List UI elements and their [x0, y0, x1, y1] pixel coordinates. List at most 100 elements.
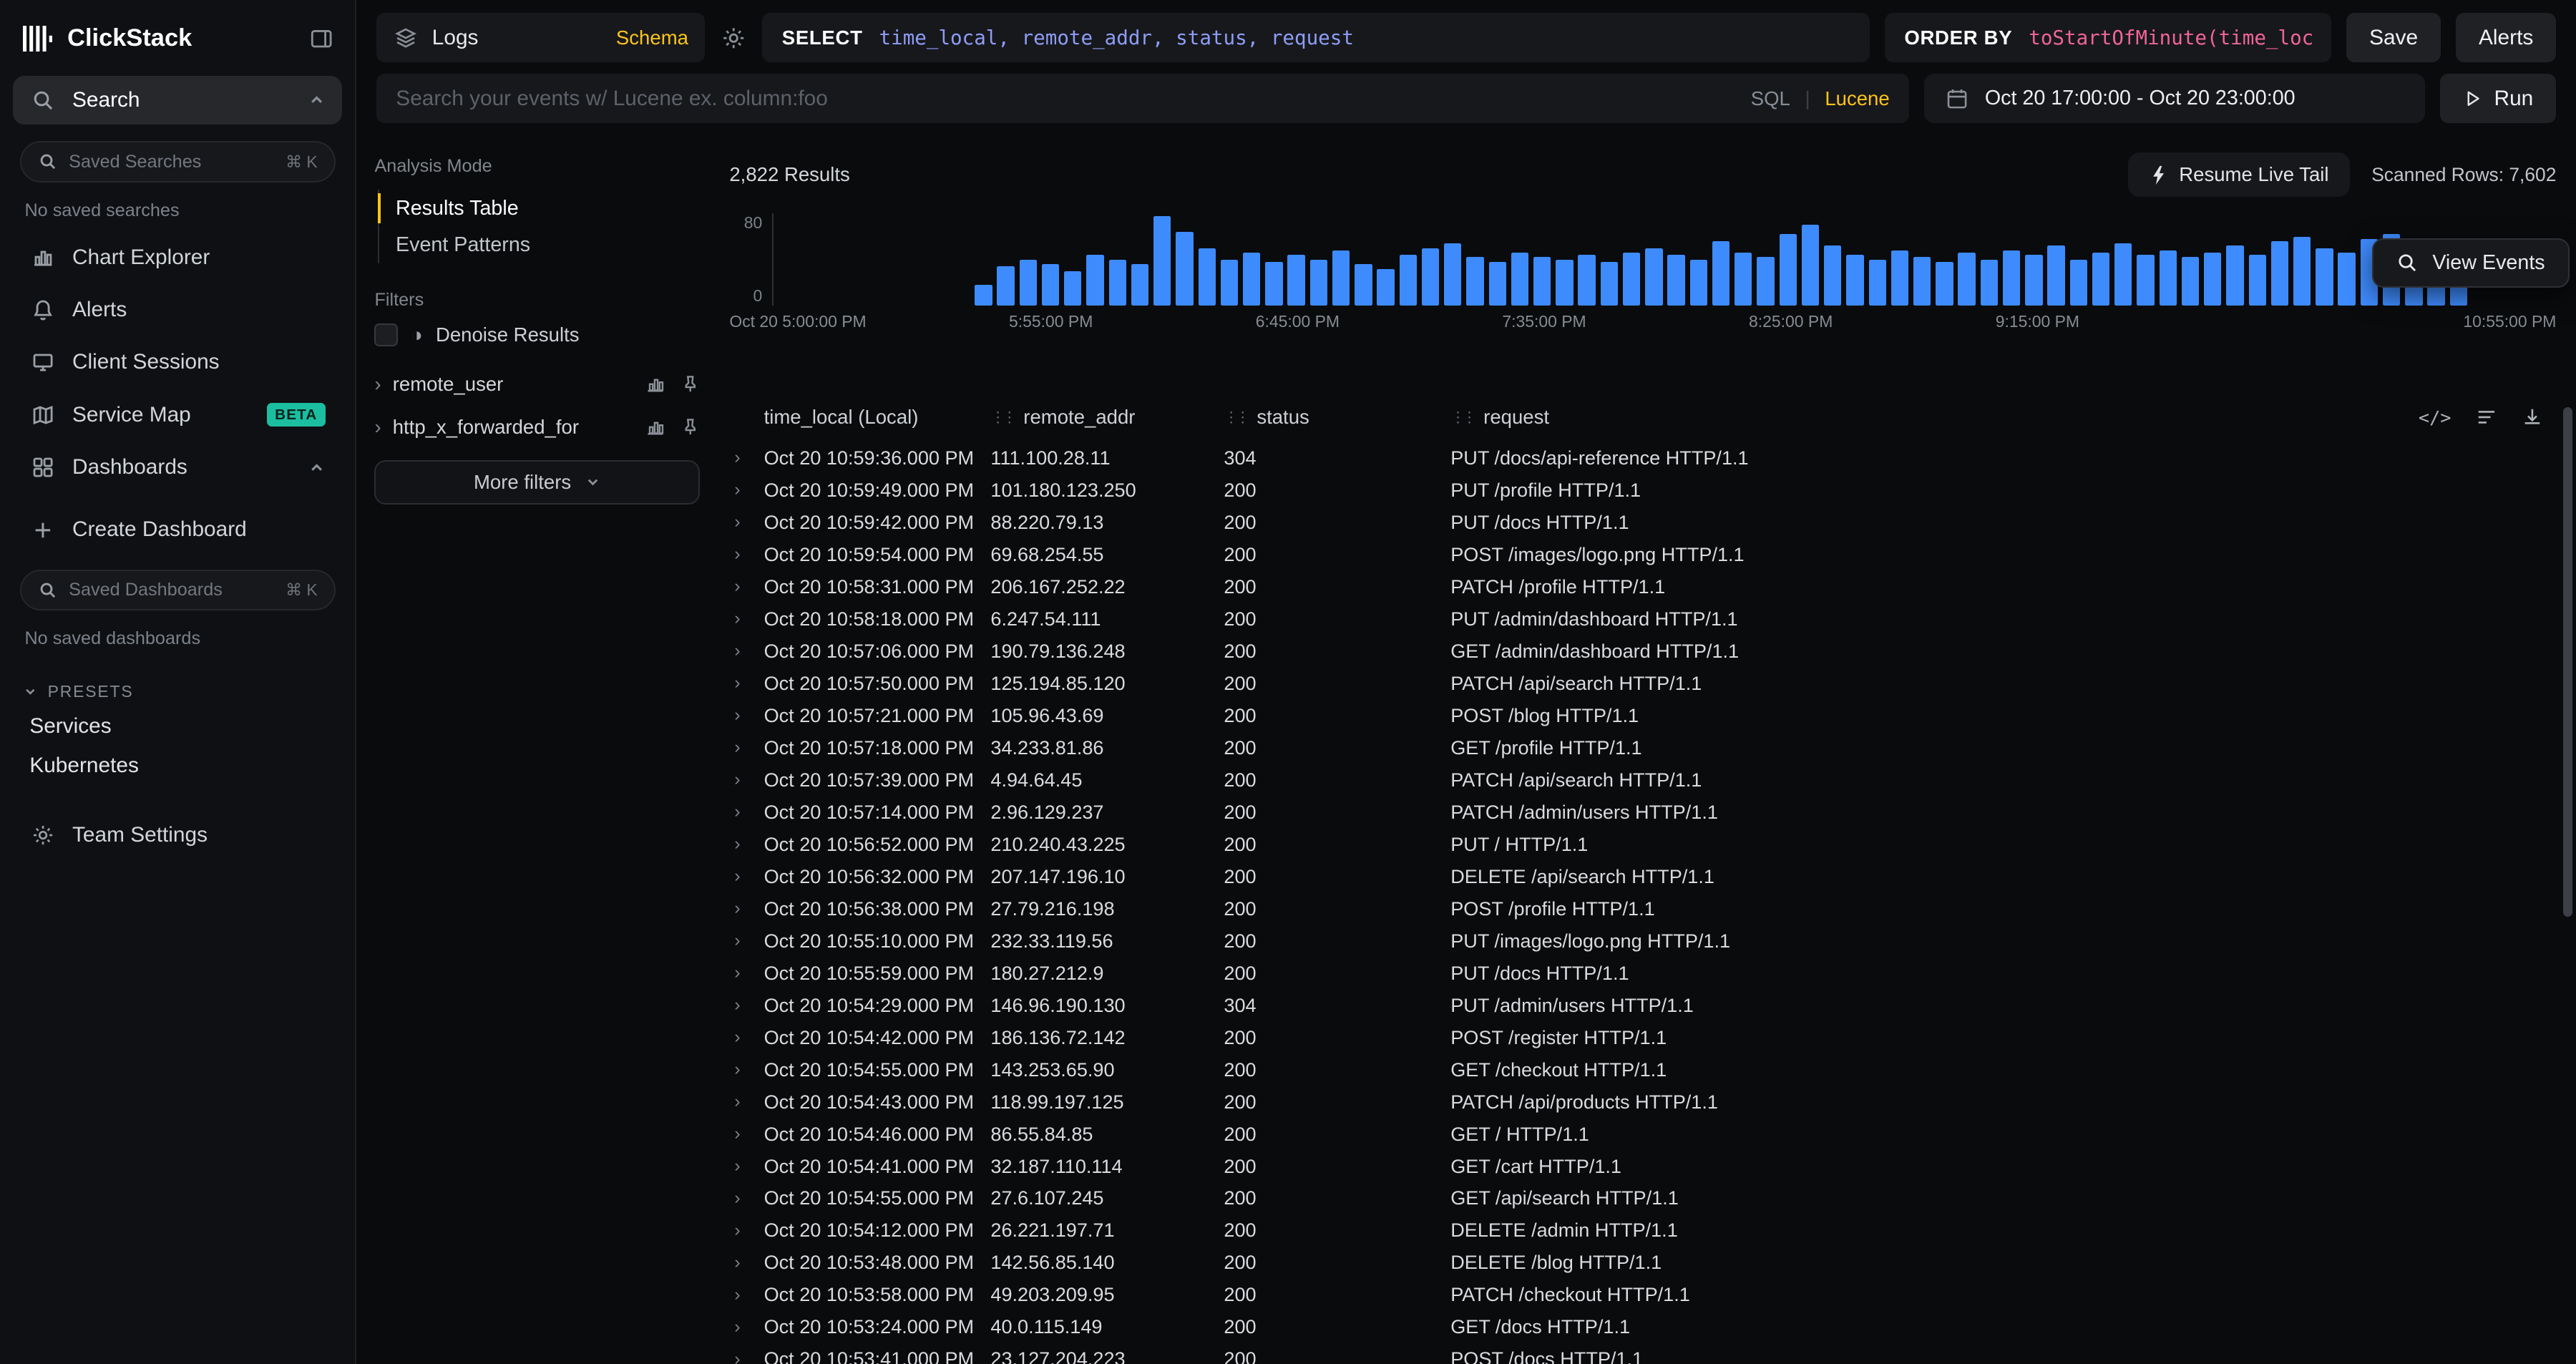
chart-bar[interactable] — [1109, 260, 1126, 306]
resume-live-tail-button[interactable]: Resume Live Tail — [2128, 152, 2350, 197]
table-row[interactable]: › Oct 20 10:54:12.000 PM 26.221.197.71 2… — [729, 1214, 2556, 1247]
table-row[interactable]: › Oct 20 10:57:39.000 PM 4.94.64.45 200 … — [729, 764, 2556, 796]
chart-bar[interactable] — [2249, 255, 2266, 306]
save-button[interactable]: Save — [2346, 13, 2441, 62]
table-row[interactable]: › Oct 20 10:53:58.000 PM 49.203.209.95 2… — [729, 1279, 2556, 1311]
chart-bar[interactable] — [2204, 253, 2221, 306]
sidebar-item-service-map[interactable]: Service Map BETA — [13, 392, 341, 438]
order-by-input[interactable]: ORDER BY toStartOfMinute(time_local) D — [1885, 13, 2331, 62]
sql-toggle[interactable]: SQL — [1751, 87, 1790, 110]
sidebar-collapse-icon[interactable] — [308, 26, 336, 51]
column-header-status[interactable]: ⋮⋮ status — [1224, 406, 1450, 429]
chart-bar[interactable] — [1243, 253, 1260, 306]
saved-dashboards-input[interactable] — [69, 580, 274, 600]
row-expand-chevron[interactable]: › — [729, 1091, 763, 1112]
drag-handle-icon[interactable]: ⋮⋮ — [1450, 409, 1473, 427]
chart-bar[interactable] — [1377, 269, 1394, 306]
chart-bar[interactable] — [1645, 248, 1662, 306]
table-row[interactable]: › Oct 20 10:57:50.000 PM 125.194.85.120 … — [729, 667, 2556, 699]
table-row[interactable]: › Oct 20 10:53:24.000 PM 40.0.115.149 20… — [729, 1311, 2556, 1343]
row-expand-chevron[interactable]: › — [729, 1317, 763, 1338]
row-expand-chevron[interactable]: › — [729, 479, 763, 500]
source-settings-gear-icon[interactable] — [720, 26, 748, 50]
chart-bar[interactable] — [1690, 260, 1707, 306]
pin-icon[interactable] — [680, 417, 701, 437]
chart-bar[interactable] — [1846, 255, 1863, 306]
chart-bar[interactable] — [1020, 260, 1037, 306]
filter-chart-icon[interactable] — [645, 417, 665, 437]
table-row[interactable]: › Oct 20 10:56:32.000 PM 207.147.196.10 … — [729, 860, 2556, 892]
table-row[interactable]: › Oct 20 10:56:52.000 PM 210.240.43.225 … — [729, 828, 2556, 860]
chart-bar[interactable] — [1332, 250, 1350, 306]
chart-bar[interactable] — [2003, 250, 2020, 306]
event-search-input[interactable] — [396, 87, 1734, 111]
table-row[interactable]: › Oct 20 10:57:06.000 PM 190.79.136.248 … — [729, 635, 2556, 667]
time-range-picker[interactable]: Oct 20 17:00:00 - Oct 20 23:00:00 — [1924, 74, 2425, 123]
sidebar-item-chart-explorer[interactable]: Chart Explorer — [13, 234, 341, 280]
row-expand-chevron[interactable]: › — [729, 898, 763, 919]
chart-bar[interactable] — [1757, 257, 1774, 305]
chart-bar[interactable] — [1310, 260, 1327, 306]
denoise-checkbox[interactable] — [374, 323, 397, 346]
table-row[interactable]: › Oct 20 10:55:59.000 PM 180.27.212.9 20… — [729, 957, 2556, 989]
column-header-remote-addr[interactable]: ⋮⋮ remote_addr — [990, 406, 1224, 429]
table-row[interactable]: › Oct 20 10:54:55.000 PM 143.253.65.90 2… — [729, 1053, 2556, 1086]
saved-dashboards-search[interactable]: ⌘ K — [20, 570, 336, 610]
denoise-results-row[interactable]: ◑ Denoise Results — [374, 323, 700, 346]
chart-bar[interactable] — [2092, 253, 2109, 306]
chart-bar[interactable] — [1735, 253, 1752, 306]
table-row[interactable]: › Oct 20 10:54:41.000 PM 32.187.110.114 … — [729, 1150, 2556, 1182]
view-events-button[interactable]: View Events — [2372, 238, 2570, 288]
chart-bar[interactable] — [1064, 271, 1081, 306]
row-expand-chevron[interactable]: › — [729, 1220, 763, 1241]
chart-bar[interactable] — [1153, 216, 1171, 306]
table-row[interactable]: › Oct 20 10:54:29.000 PM 146.96.190.130 … — [729, 989, 2556, 1021]
preset-item-kubernetes[interactable]: Kubernetes — [0, 747, 355, 786]
row-expand-chevron[interactable]: › — [729, 1252, 763, 1273]
table-row[interactable]: › Oct 20 10:58:18.000 PM 6.247.54.111 20… — [729, 603, 2556, 635]
mode-event-patterns[interactable]: Event Patterns — [379, 227, 700, 263]
event-search-bar[interactable]: SQL | Lucene — [376, 74, 1910, 123]
row-expand-chevron[interactable]: › — [729, 640, 763, 661]
run-button[interactable]: Run — [2440, 74, 2557, 123]
chart-bar[interactable] — [1556, 260, 1573, 306]
row-expand-chevron[interactable]: › — [729, 673, 763, 693]
table-row[interactable]: › Oct 20 10:53:41.000 PM 23.127.204.223 … — [729, 1343, 2556, 1364]
chart-bar[interactable] — [2293, 237, 2311, 306]
column-settings-icon[interactable] — [2476, 406, 2497, 428]
chart-bar[interactable] — [1958, 253, 1975, 306]
table-row[interactable]: › Oct 20 10:57:14.000 PM 2.96.129.237 20… — [729, 796, 2556, 828]
chart-bar[interactable] — [1667, 255, 1684, 306]
chart-bar[interactable] — [1466, 257, 1483, 305]
chart-bar[interactable] — [1355, 264, 1372, 306]
lucene-toggle[interactable]: Lucene — [1825, 87, 1889, 110]
chart-bar[interactable] — [997, 266, 1014, 306]
schema-badge[interactable]: Schema — [616, 26, 688, 49]
drag-handle-icon[interactable]: ⋮⋮ — [990, 409, 1013, 427]
row-expand-chevron[interactable]: › — [729, 1188, 763, 1209]
chart-bar[interactable] — [2047, 245, 2064, 306]
chart-bar[interactable] — [1489, 262, 1506, 306]
chart-bar[interactable] — [1265, 262, 1282, 306]
table-row[interactable]: › Oct 20 10:59:49.000 PM 101.180.123.250… — [729, 474, 2556, 506]
row-expand-chevron[interactable]: › — [729, 930, 763, 951]
chart-bar[interactable] — [1287, 255, 1304, 306]
saved-searches-search[interactable]: ⌘ K — [20, 141, 336, 182]
chart-bar[interactable] — [1199, 248, 1216, 306]
chart-bar[interactable] — [1623, 253, 1640, 306]
table-row[interactable]: › Oct 20 10:56:38.000 PM 27.79.216.198 2… — [729, 892, 2556, 925]
row-expand-chevron[interactable]: › — [729, 1059, 763, 1080]
table-row[interactable]: › Oct 20 10:54:55.000 PM 27.6.107.245 20… — [729, 1182, 2556, 1214]
chart-bar[interactable] — [1780, 234, 1797, 306]
chart-bar[interactable] — [1578, 255, 1595, 306]
table-row[interactable]: › Oct 20 10:55:10.000 PM 232.33.119.56 2… — [729, 925, 2556, 957]
mode-results-table[interactable]: Results Table — [379, 190, 700, 226]
row-expand-chevron[interactable]: › — [729, 834, 763, 854]
chart-bar[interactable] — [2271, 241, 2288, 306]
chart-bar[interactable] — [1086, 255, 1103, 306]
chart-bar[interactable] — [1913, 257, 1931, 305]
preset-item-services[interactable]: Services — [0, 708, 355, 747]
chart-bar[interactable] — [1511, 253, 1528, 306]
row-expand-chevron[interactable]: › — [729, 1349, 763, 1364]
row-expand-chevron[interactable]: › — [729, 995, 763, 1015]
